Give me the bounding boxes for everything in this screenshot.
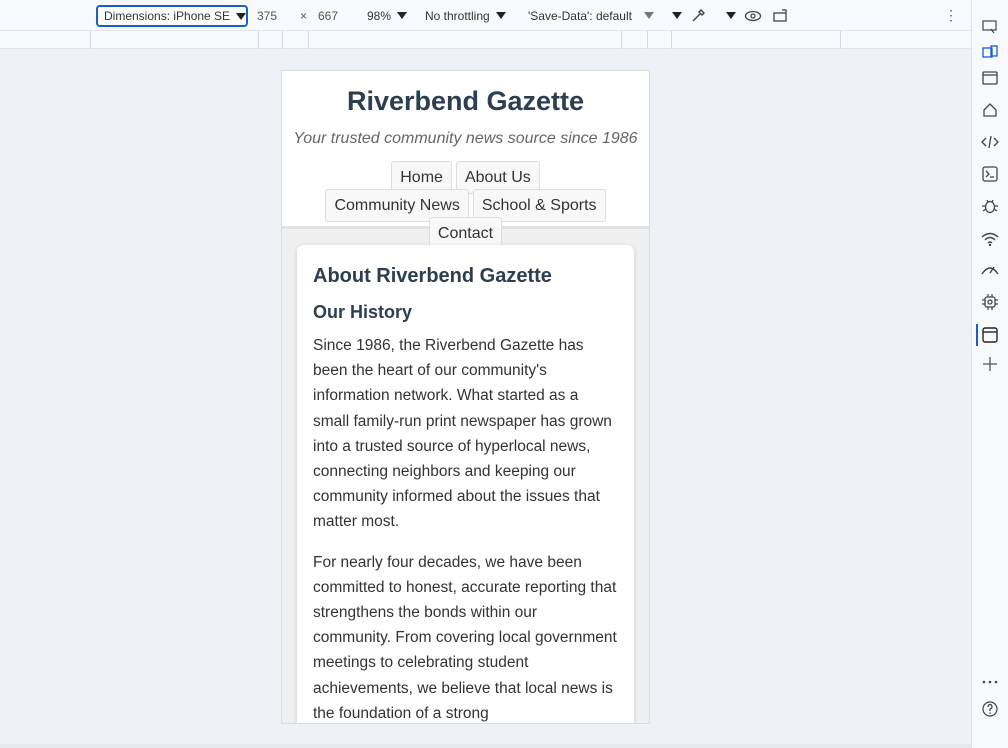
screencast-icon[interactable]: [981, 18, 999, 36]
chevron-down-icon: [726, 12, 736, 19]
window-icon[interactable]: [981, 69, 999, 87]
height-input[interactable]: 667: [318, 0, 338, 31]
memory-chip-icon[interactable]: [981, 293, 999, 311]
about-card: About Riverbend Gazette Our History Sinc…: [297, 245, 634, 723]
chevron-down-icon: [672, 12, 682, 19]
active-indicator: [976, 324, 978, 346]
media-query-ruler: [0, 31, 971, 49]
wifi-icon[interactable]: [981, 230, 999, 248]
chevron-down-icon: [495, 12, 506, 19]
times-label: ×: [300, 8, 308, 23]
zoom-label: 98%: [367, 8, 392, 23]
throttling-label: No throttling: [425, 8, 490, 23]
site-tagline: Your trusted community news source since…: [293, 130, 638, 147]
chevron-down-icon: [236, 12, 247, 20]
elements-code-icon[interactable]: [981, 133, 999, 151]
more-options-dropdown[interactable]: [666, 0, 682, 31]
more-icon[interactable]: ⋮: [944, 0, 958, 31]
add-tool-icon[interactable]: [981, 355, 999, 373]
width-input[interactable]: 375: [257, 0, 277, 31]
device-toolbar-icon[interactable]: [981, 44, 999, 62]
devtools-sidebar: [971, 0, 1008, 748]
vision-deficiency-dropdown[interactable]: [720, 0, 736, 31]
main-nav: Home About Us Community News School & Sp…: [282, 161, 649, 250]
zoom-select[interactable]: 98%: [367, 0, 408, 31]
bug-icon[interactable]: [981, 197, 999, 215]
dimensions-select[interactable]: Dimensions: iPhone SE: [96, 5, 248, 27]
history-paragraph-2: For nearly four decades, we have been co…: [313, 553, 617, 722]
throttling-select[interactable]: No throttling: [425, 0, 506, 31]
performance-icon[interactable]: [981, 261, 999, 279]
device-toolbar: Dimensions: iPhone SE 375 × 667 98% No t…: [0, 0, 971, 31]
bottom-strip: [0, 744, 971, 748]
help-icon[interactable]: [981, 700, 999, 718]
history-paragraph-1: Since 1986, the Riverbend Gazette has be…: [313, 337, 612, 531]
page-heading: About Riverbend Gazette: [313, 265, 552, 287]
application-icon[interactable]: [981, 326, 999, 344]
device-viewport: Riverbend Gazette Your trusted community…: [281, 70, 650, 724]
dimensions-label: Dimensions: iPhone SE: [104, 9, 231, 23]
site-header: Riverbend Gazette Your trusted community…: [282, 71, 649, 250]
more-tools-icon[interactable]: [981, 673, 999, 691]
chevron-down-icon: [643, 12, 654, 19]
console-icon[interactable]: [981, 165, 999, 183]
save-data-label: 'Save-Data': default: [528, 8, 632, 23]
home-icon[interactable]: [981, 101, 999, 119]
chevron-down-icon: [397, 12, 408, 19]
eye-icon[interactable]: [744, 0, 762, 31]
save-data-select[interactable]: 'Save-Data': default: [528, 0, 654, 31]
eyedropper-icon[interactable]: [690, 0, 706, 31]
rotate-icon[interactable]: [772, 0, 790, 31]
section-heading: Our History: [313, 302, 413, 322]
site-title: Riverbend Gazette: [346, 86, 585, 116]
